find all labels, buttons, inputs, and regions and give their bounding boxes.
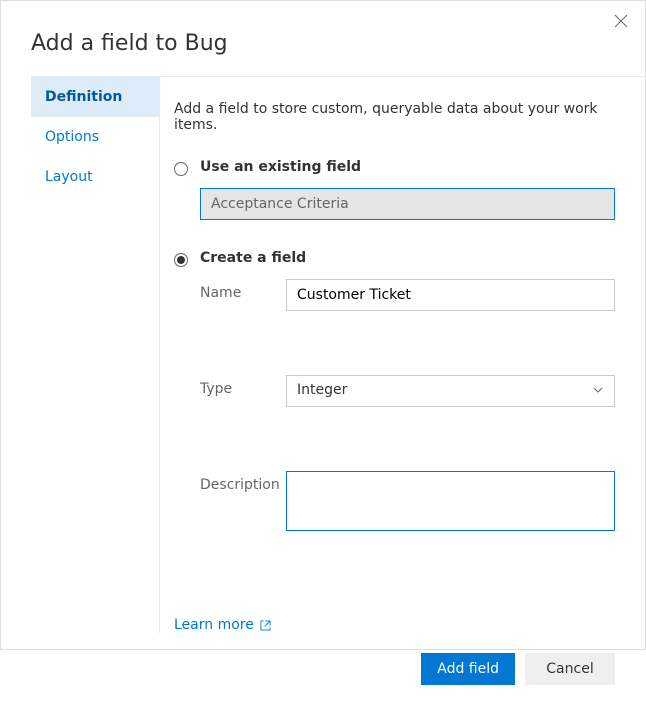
- type-label: Type: [174, 375, 286, 407]
- dialog-footer: Add field Cancel: [1, 633, 645, 709]
- tab-options[interactable]: Options: [31, 117, 159, 157]
- tab-label: Layout: [45, 169, 93, 185]
- add-field-button[interactable]: Add field: [421, 653, 515, 685]
- type-row: Type Integer: [174, 375, 615, 407]
- tab-label: Options: [45, 129, 99, 145]
- learn-more-label: Learn more: [174, 617, 254, 633]
- tab-label: Definition: [45, 89, 122, 105]
- existing-field-option: Use an existing field: [174, 159, 615, 176]
- tab-list: Definition Options Layout: [31, 76, 160, 633]
- add-field-dialog: Add a field to Bug Definition Options La…: [1, 1, 645, 649]
- intro-text: Add a field to store custom, queryable d…: [174, 101, 615, 133]
- tab-definition[interactable]: Definition: [31, 77, 159, 117]
- type-select[interactable]: Integer: [286, 375, 615, 407]
- cancel-button[interactable]: Cancel: [525, 653, 615, 685]
- tab-layout[interactable]: Layout: [31, 157, 159, 197]
- name-label: Name: [174, 279, 286, 311]
- name-row: Name: [174, 279, 615, 311]
- definition-panel: Add a field to store custom, queryable d…: [160, 76, 645, 633]
- create-field-radio[interactable]: [174, 253, 188, 267]
- type-value: Integer: [286, 375, 615, 407]
- create-field-option: Create a field: [174, 250, 615, 267]
- use-existing-label: Use an existing field: [200, 159, 361, 175]
- content-wrap: Definition Options Layout Add a field to…: [1, 76, 645, 633]
- description-row: Description: [174, 471, 615, 535]
- external-link-icon: [260, 620, 271, 631]
- description-label: Description: [174, 471, 286, 535]
- description-input[interactable]: [286, 471, 615, 531]
- use-existing-radio[interactable]: [174, 162, 188, 176]
- close-button[interactable]: [613, 13, 629, 29]
- dialog-title: Add a field to Bug: [1, 1, 645, 76]
- close-icon: [614, 14, 628, 28]
- learn-more-link[interactable]: Learn more: [174, 617, 271, 633]
- name-input[interactable]: [286, 279, 615, 311]
- existing-field-select[interactable]: [200, 188, 615, 220]
- create-field-label: Create a field: [200, 250, 306, 266]
- existing-field-input[interactable]: [200, 188, 615, 220]
